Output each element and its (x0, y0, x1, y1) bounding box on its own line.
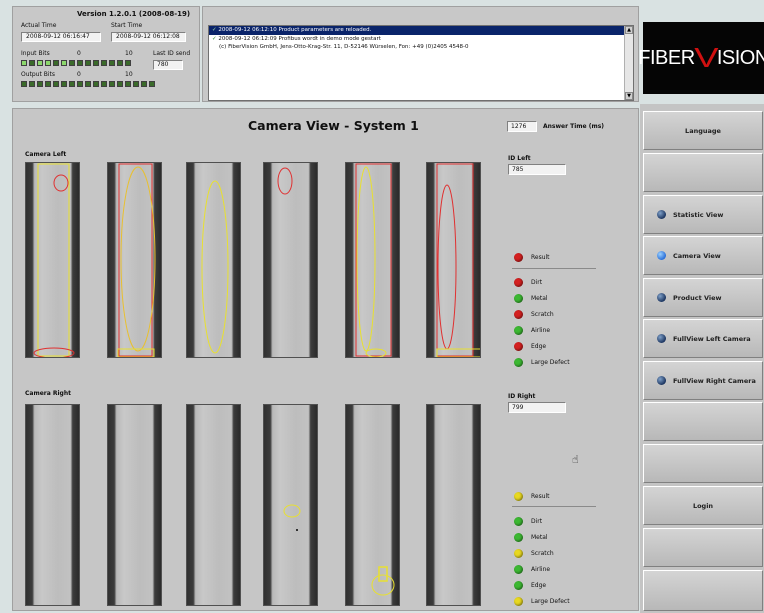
output-bits-left-index: 0 (77, 71, 81, 78)
id-right-field: 799 (508, 402, 566, 413)
check-icon: ✓ (212, 27, 217, 33)
log-line[interactable]: ✓ 2008-09-12 06:12:09 Profibus wordt in … (209, 35, 633, 44)
camera-right-frame-1[interactable] (25, 404, 80, 606)
radio-indicator-icon (657, 293, 666, 302)
status-led-icon (514, 516, 523, 526)
log-line-selected[interactable]: ✓ 2008-09-12 06:12:10 Product parameters… (209, 26, 633, 35)
id-left-label: ID Left (508, 155, 531, 162)
result-right-large-defect: Large Defect (514, 596, 570, 606)
status-led-icon (514, 564, 523, 574)
login-button[interactable]: Login (643, 486, 763, 525)
page-title: Camera View - System 1 (248, 118, 419, 133)
radio-indicator-active-icon (657, 251, 666, 260)
input-bits-left-index: 0 (77, 50, 81, 57)
last-id-value: 780 (157, 61, 169, 68)
fullview-left-camera-button[interactable]: FullView Left Camera (643, 319, 763, 358)
check-icon: ✓ (212, 35, 217, 42)
blank-button-3[interactable] (643, 444, 763, 483)
output-bits-label: Output Bits (21, 71, 56, 78)
radio-indicator-icon (657, 376, 666, 385)
divider (512, 268, 596, 269)
camera-left-frame-4[interactable] (263, 162, 318, 358)
scroll-up-arrow-icon[interactable]: ▲ (625, 26, 633, 34)
id-right-label: ID Right (508, 393, 536, 400)
statistic-view-button[interactable]: Statistic View (643, 195, 763, 234)
status-led-icon (514, 357, 523, 367)
divider (512, 506, 596, 507)
blank-button-2[interactable] (643, 402, 763, 441)
camera-left-label: Camera Left (25, 151, 67, 158)
blank-button-4[interactable] (643, 528, 763, 567)
result-left-scratch: Scratch (514, 309, 554, 319)
input-bits-leds (21, 60, 151, 68)
camera-right-frame-4[interactable] (263, 404, 318, 606)
result-right-metal: Metal (514, 532, 548, 542)
status-led-icon (514, 491, 523, 501)
camera-left-frame-1[interactable] (25, 162, 80, 358)
output-bits-leds (21, 81, 191, 89)
result-right-edge: Edge (514, 580, 546, 590)
result-left-edge: Edge (514, 341, 546, 351)
camera-right-frame-5[interactable] (345, 404, 400, 606)
log-scrollbar[interactable]: ▲ ▼ (624, 26, 633, 100)
status-led-icon (514, 293, 523, 303)
start-time-field: 2008-09-12 06:12:08 (111, 32, 186, 42)
result-right-dirt: Dirt (514, 516, 542, 526)
blank-button-1[interactable] (643, 153, 763, 192)
status-led-icon (514, 277, 523, 287)
last-id-field: 780 (153, 60, 183, 70)
actual-time-value: 2008-09-12 06:16:47 (26, 33, 90, 40)
last-id-label: Last ID send (153, 50, 191, 57)
status-led-icon (514, 596, 523, 606)
fullview-right-camera-button[interactable]: FullView Right Camera (643, 361, 763, 400)
camera-view-button[interactable]: Camera View (643, 236, 763, 275)
fibervision-logo: FIBER V ISION (638, 22, 764, 94)
result-right-scratch: Scratch (514, 548, 554, 558)
status-led-icon (514, 325, 523, 335)
camera-left-frame-6[interactable] (426, 162, 481, 358)
output-bits-right-index: 10 (125, 71, 133, 78)
status-panel: Version 1.2.0.1 (2008-08-19) Actual Time… (12, 6, 200, 102)
status-led-icon (514, 252, 523, 262)
version-label: Version 1.2.0.1 (2008-08-19) (77, 10, 191, 18)
scroll-down-arrow-icon[interactable]: ▼ (625, 92, 633, 100)
product-view-button[interactable]: Product View (643, 278, 763, 317)
input-bits-right-index: 10 (125, 50, 133, 57)
status-led-icon (514, 580, 523, 590)
actual-time-label: Actual Time (21, 22, 57, 29)
radio-indicator-icon (657, 210, 666, 219)
log-line[interactable]: (c) FiberVision GmbH, Jens-Otto-Krag-Str… (209, 43, 633, 52)
blank-button-5[interactable] (643, 570, 763, 611)
radio-indicator-icon (657, 334, 666, 343)
result-left-large-defect: Large Defect (514, 357, 570, 367)
message-log[interactable]: ✓ 2008-09-12 06:12:10 Product parameters… (208, 25, 634, 101)
result-left-result: Result (514, 252, 550, 262)
status-led-icon (514, 548, 523, 558)
camera-right-frame-6[interactable] (426, 404, 481, 606)
start-time-value: 2008-09-12 06:12:08 (116, 33, 180, 40)
result-left-dirt: Dirt (514, 277, 542, 287)
camera-left-frame-2[interactable] (107, 162, 162, 358)
camera-right-frame-3[interactable] (186, 404, 241, 606)
actual-time-field: 2008-09-12 06:16:47 (21, 32, 101, 42)
status-led-icon (514, 532, 523, 542)
result-left-airline: Airline (514, 325, 550, 335)
id-left-field: 785 (508, 164, 566, 175)
result-left-metal: Metal (514, 293, 548, 303)
hand-cursor-icon: ☝ (572, 453, 579, 466)
camera-left-frame-3[interactable] (186, 162, 241, 358)
answer-time-field: 1276 (507, 121, 537, 132)
result-right-result: Result (514, 491, 550, 501)
answer-time-label: Answer Time (ms) (543, 123, 605, 130)
camera-right-frame-2[interactable] (107, 404, 162, 606)
input-bits-label: Input Bits (21, 50, 50, 57)
status-led-icon (514, 341, 523, 351)
camera-right-label: Camera Right (25, 390, 71, 397)
language-button[interactable]: Language (643, 111, 763, 150)
start-time-label: Start Time (111, 22, 143, 29)
result-right-airline: Airline (514, 564, 550, 574)
status-led-icon (514, 309, 523, 319)
camera-left-frame-5[interactable] (345, 162, 400, 358)
